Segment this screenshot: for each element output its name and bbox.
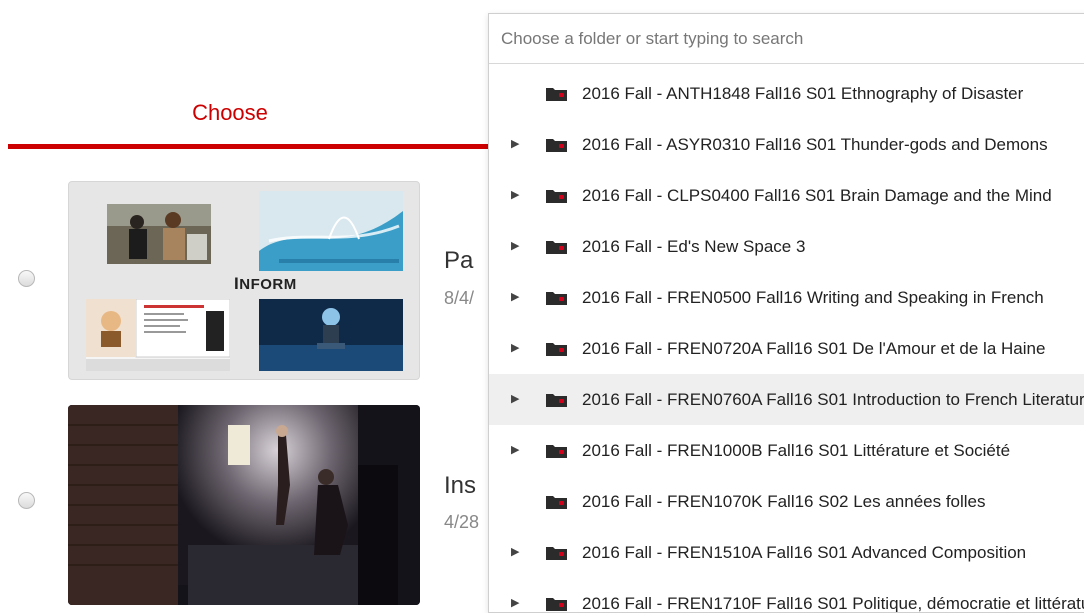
folder-item[interactable]: ▶ 2016 Fall - FREN1510A Fall16 S01 Advanc… <box>489 527 1084 578</box>
triangle-right-icon[interactable]: ▶ <box>511 119 519 170</box>
triangle-right-icon[interactable]: ▶ <box>511 170 519 221</box>
folder-icon <box>546 241 567 254</box>
folder-item-label: 2016 Fall - FREN0500 Fall16 Writing and … <box>582 288 1044 307</box>
session-title-1[interactable]: Pa <box>444 247 473 275</box>
triangle-right-icon[interactable]: ▶ <box>511 578 519 612</box>
folder-item[interactable]: 2016 Fall - FREN1070K Fall16 S02 Les ann… <box>489 476 1084 527</box>
folder-item-label: 2016 Fall - ANTH1848 Fall16 S01 Ethnogra… <box>582 84 1024 103</box>
folder-item[interactable]: ▶ 2016 Fall - FREN1000B Fall16 S01 Littér… <box>489 425 1084 476</box>
triangle-right-icon[interactable]: ▶ <box>511 323 519 374</box>
thumbnail-abstract-blue <box>259 191 403 271</box>
folder-icon <box>546 88 567 101</box>
folder-icon <box>546 445 567 458</box>
folder-icon <box>546 292 567 305</box>
folder-item[interactable]: ▶ 2016 Fall - CLPS0400 Fall16 S01 Brain D… <box>489 170 1084 221</box>
triangle-right-icon[interactable]: ▶ <box>511 272 519 323</box>
folder-item-label: 2016 Fall - CLPS0400 Fall16 S01 Brain Da… <box>582 186 1052 205</box>
folder-item-label: 2016 Fall - FREN0760A Fall16 S01 Introdu… <box>582 390 1084 409</box>
folder-icon <box>546 190 567 203</box>
session-thumbnail-2[interactable] <box>68 405 420 605</box>
folder-search-input[interactable] <box>489 14 1084 64</box>
folder-item[interactable]: 2016 Fall - ANTH1848 Fall16 S01 Ethnogra… <box>489 68 1084 119</box>
folder-item[interactable]: ▶ 2016 Fall - FREN0760A Fall16 S01 Introd… <box>489 374 1084 425</box>
session-title-2[interactable]: Ins <box>444 472 476 500</box>
folder-item-label: 2016 Fall - FREN1000B Fall16 S01 Littéra… <box>582 441 1011 460</box>
folder-list: 2016 Fall - ANTH1848 Fall16 S01 Ethnogra… <box>489 68 1084 613</box>
triangle-right-icon[interactable]: ▶ <box>511 527 519 578</box>
folder-icon <box>546 496 567 509</box>
folder-item-label: 2016 Fall - FREN0720A Fall16 S01 De l'Am… <box>582 339 1046 358</box>
session-date-1: 8/4/ <box>444 288 475 308</box>
triangle-right-icon[interactable]: ▶ <box>511 221 519 272</box>
session-date-2: 4/28 <box>444 512 480 532</box>
choose-tab[interactable]: Choose <box>0 90 520 150</box>
thumbnail-night-scene <box>259 299 403 371</box>
folder-item-label: 2016 Fall - ASYR0310 Fall16 S01 Thunder-… <box>582 135 1048 154</box>
session-radio-1[interactable] <box>18 270 35 287</box>
folder-item-label: 2016 Fall - FREN1710F Fall16 S01 Politiq… <box>582 594 1084 613</box>
folder-item-label: 2016 Fall - FREN1070K Fall16 S02 Les ann… <box>582 492 986 511</box>
folder-item[interactable]: ▶ 2016 Fall - Ed's New Space 3 <box>489 221 1084 272</box>
folder-dropdown[interactable]: 2016 Fall - ANTH1848 Fall16 S01 Ethnogra… <box>488 13 1084 613</box>
folder-icon <box>546 394 567 407</box>
folder-item[interactable]: ▶ 2016 Fall - FREN0500 Fall16 Writing and… <box>489 272 1084 323</box>
triangle-right-icon[interactable]: ▶ <box>511 374 519 425</box>
thumbnail-alley-photo <box>68 405 420 605</box>
folder-icon <box>546 598 567 611</box>
folder-item[interactable]: ▶ 2016 Fall - ASYR0310 Fall16 S01 Thunder… <box>489 119 1084 170</box>
thumbnail-inform-text: INFORM <box>234 274 297 293</box>
active-tab-underline <box>8 144 520 149</box>
folder-item-label: 2016 Fall - Ed's New Space 3 <box>582 237 806 256</box>
folder-icon <box>546 139 567 152</box>
folder-item-label: 2016 Fall - FREN1510A Fall16 S01 Advance… <box>582 543 1027 562</box>
session-radio-2[interactable] <box>18 492 35 509</box>
choose-tab-label: Choose <box>192 100 268 125</box>
thumbnail-photo-people <box>107 204 211 264</box>
session-thumbnail-1[interactable]: INFORM <box>68 181 420 380</box>
triangle-right-icon[interactable]: ▶ <box>511 425 519 476</box>
folder-icon <box>546 547 567 560</box>
folder-icon <box>546 343 567 356</box>
folder-item[interactable]: ▶ 2016 Fall - FREN0720A Fall16 S01 De l'A… <box>489 323 1084 374</box>
thumbnail-screenshot-slide <box>86 299 230 371</box>
folder-item[interactable]: ▶ 2016 Fall - FREN1710F Fall16 S01 Politi… <box>489 578 1084 613</box>
